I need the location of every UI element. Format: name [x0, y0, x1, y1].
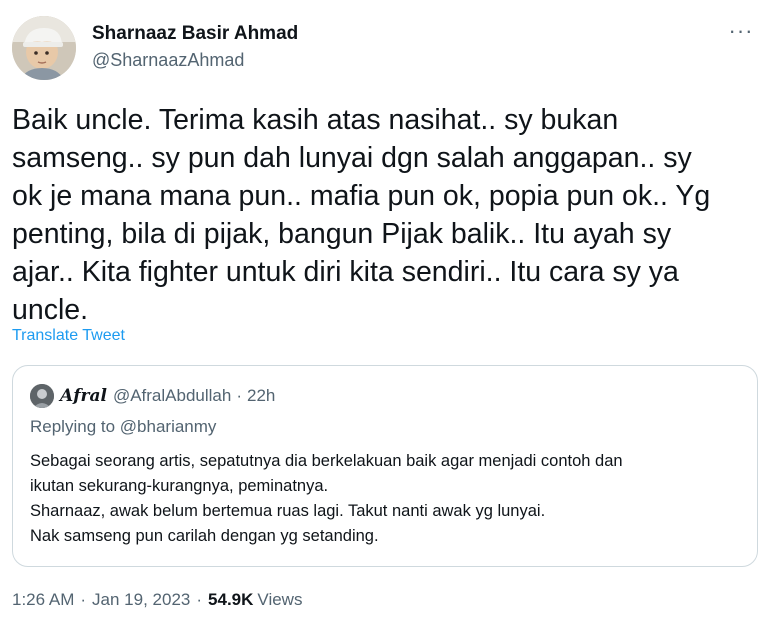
quoted-author-handle: @AfralAbdullah: [112, 386, 232, 405]
tweet-header: Sharnaaz Basir Ahmad @SharnaazAhmad ···: [12, 14, 756, 80]
replying-mention: @bharianmy: [119, 417, 217, 436]
tweet-text: Baik uncle. Terima kasih atas nasihat.. …: [12, 104, 711, 326]
more-options-icon[interactable]: ···: [726, 20, 756, 48]
author-display-name[interactable]: Sharnaaz Basir Ahmad: [92, 22, 298, 46]
meta-separator: ·: [80, 590, 87, 609]
quoted-avatar-image: [30, 384, 54, 408]
quoted-tweet-time: 22h: [247, 386, 276, 405]
tweet: Sharnaaz Basir Ahmad @SharnaazAhmad ··· …: [0, 0, 768, 619]
replying-prefix: Replying to: [30, 417, 120, 436]
meta-separator: ·: [196, 590, 203, 609]
views-label: Views: [257, 590, 303, 609]
quoted-tweet-text: Sebagai seorang artis, sepatutnya dia be…: [30, 449, 750, 549]
views-count: 54.9K: [208, 590, 254, 609]
quoted-tweet-header: 𝑨𝒇𝒓𝒂𝒍 @AfralAbdullah · 22h: [30, 384, 275, 408]
quoted-author-avatar: [30, 384, 54, 408]
separator-dot: ·: [236, 386, 242, 405]
tweet-time[interactable]: 1:26 AM: [12, 590, 74, 610]
author-handle[interactable]: @SharnaazAhmad: [92, 48, 298, 72]
author-info: Sharnaaz Basir Ahmad @SharnaazAhmad: [92, 22, 298, 72]
quoted-tweet-line: ikutan sekurang-kurangnya, peminatnya.: [30, 477, 329, 495]
author-avatar[interactable]: [12, 16, 76, 80]
quoted-tweet-line: Sharnaaz, awak belum bertemua ruas lagi.…: [30, 502, 546, 520]
quoted-tweet-line: Sebagai seorang artis, sepatutnya dia be…: [30, 452, 623, 470]
translate-tweet-link[interactable]: Translate Tweet: [12, 327, 125, 345]
tweet-meta: 1:26 AM · Jan 19, 2023 · 54.9K Views: [12, 590, 302, 610]
tweet-date[interactable]: Jan 19, 2023: [92, 590, 190, 610]
replying-to: Replying to @bharianmy: [30, 417, 216, 437]
avatar-image: [12, 16, 76, 80]
quoted-author-name: 𝑨𝒇𝒓𝒂𝒍: [60, 386, 107, 406]
quoted-tweet-line: Nak samseng pun carilah dengan yg setand…: [30, 527, 379, 545]
quoted-tweet[interactable]: 𝑨𝒇𝒓𝒂𝒍 @AfralAbdullah · 22h Replying to @…: [12, 365, 758, 567]
